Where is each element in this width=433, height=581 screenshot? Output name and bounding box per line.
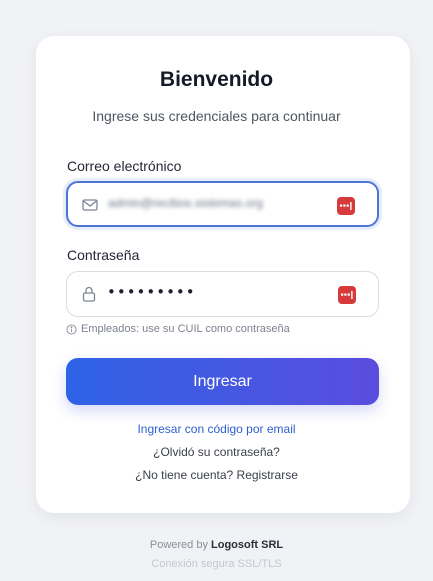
powered-by: Powered by Logosoft SRL [0,539,433,551]
page-title: Bienvenido [159,68,274,91]
page-subtitle: Ingrese sus credenciales para continuar [92,108,341,124]
lock-icon [80,285,98,303]
company-name: Logosoft SRL [211,539,284,551]
secure-connection-note: Conexión segura SSL/TLS [151,558,282,570]
email-field[interactable]: admin@recibos.sistemas.org [66,181,379,227]
email-code-link[interactable]: Ingresar con código por email [0,422,433,436]
password-manager-icon[interactable] [337,197,355,215]
mail-icon [81,196,99,214]
password-value[interactable]: ••••••••• [107,283,196,301]
register-link[interactable]: ¿No tiene cuenta? Registrarse [0,468,433,482]
password-hint: Empleados: use su CUIL como contraseña [66,323,290,335]
hint-text: Empleados: use su CUIL como contraseña [81,323,290,335]
password-label: Contraseña [67,247,140,263]
forgot-password-link[interactable]: ¿Olvidó su contraseña? [0,445,433,459]
email-label: Correo electrónico [67,158,182,174]
powered-prefix: Powered by [149,539,208,551]
info-icon [66,323,77,335]
email-value[interactable]: admin@recibos.sistemas.org [108,196,320,210]
password-manager-icon[interactable] [338,286,356,304]
submit-button[interactable]: Ingresar [66,358,379,405]
password-field[interactable]: ••••••••• [66,271,379,317]
